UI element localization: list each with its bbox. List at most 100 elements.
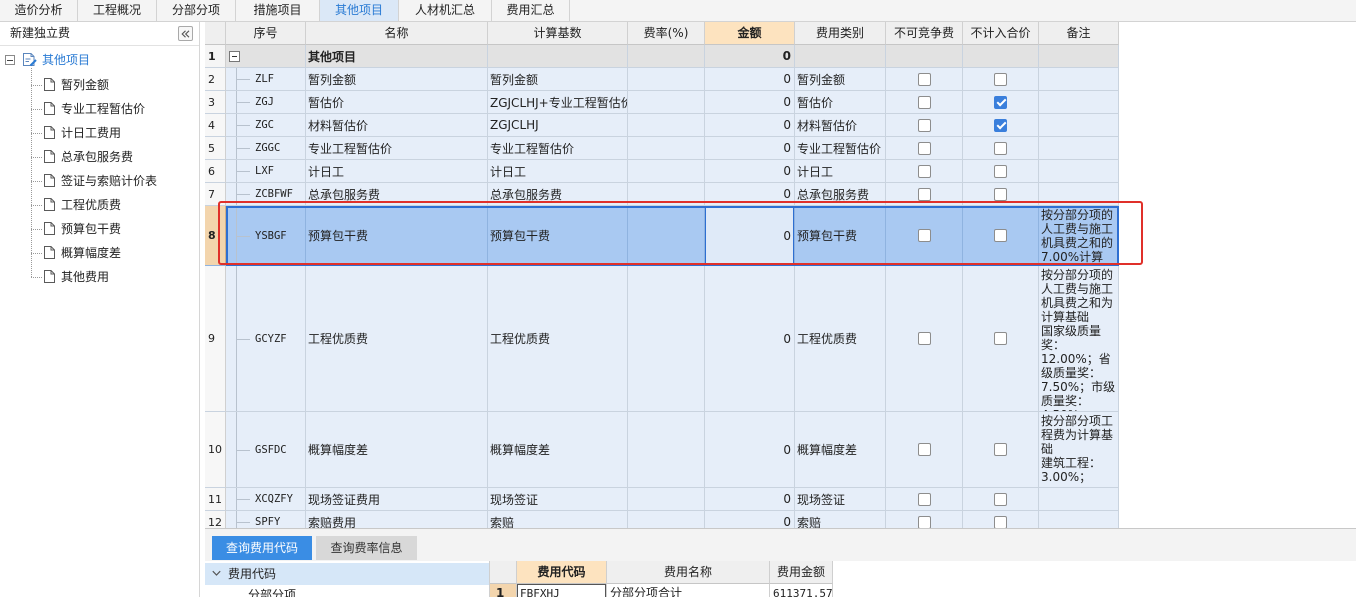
sidebar-item-general-contract-service-fee[interactable]: 总承包服务费: [0, 145, 199, 169]
amount-cell[interactable]: 0: [705, 45, 795, 68]
column-header-amount[interactable]: 金额: [705, 22, 795, 45]
fee-amount-cell[interactable]: 611371.57: [770, 584, 833, 597]
calculation-base-cell[interactable]: 总承包服务费: [488, 183, 628, 206]
remark-cell[interactable]: 按分部分项的人工费与施工机具费之和为计算基础 国家级质量奖：12.00%；省级质…: [1039, 266, 1119, 412]
table-row[interactable]: 6 LXF 计日工 计日工 0 计日工: [205, 160, 1119, 183]
rate-cell[interactable]: [628, 266, 705, 412]
exclude-from-total-cell[interactable]: [963, 68, 1039, 91]
not-competitive-checkbox[interactable]: [917, 443, 931, 456]
name-cell[interactable]: 材料暂估价: [306, 114, 488, 137]
name-cell[interactable]: 暂列金额: [306, 68, 488, 91]
calculation-base-cell[interactable]: 概算幅度差: [488, 412, 628, 488]
column-header-not-competitive[interactable]: 不可竞争费: [886, 22, 963, 45]
exclude-from-total-checkbox[interactable]: [994, 187, 1007, 201]
rate-cell[interactable]: [628, 91, 705, 114]
not-competitive-cell[interactable]: [886, 114, 963, 137]
rate-cell[interactable]: [628, 412, 705, 488]
exclude-from-total-checkbox[interactable]: [994, 72, 1007, 86]
sidebar-item-other-items[interactable]: 其他项目: [0, 48, 199, 72]
serial-code-cell[interactable]: [226, 45, 306, 68]
column-header-exclude-from-total[interactable]: 不计入合价: [963, 22, 1039, 45]
not-competitive-checkbox[interactable]: [917, 187, 931, 201]
name-cell[interactable]: 预算包干费: [306, 206, 488, 266]
amount-cell[interactable]: 0: [705, 183, 795, 206]
table-row[interactable]: 3 ZGJ 暂估价 ZGJCLHJ+专业工程暂估价 0 暂估价: [205, 91, 1119, 114]
table-row[interactable]: 9 GCYZF 工程优质费 工程优质费 0 工程优质费 按分部分项的人工费与施工机具费之和为…: [205, 266, 1119, 412]
table-row[interactable]: 10 GSFDC 概算幅度差 概算幅度差 0 概算幅度差 按分部分项工程费为计算基础 建筑工…: [205, 412, 1119, 488]
rate-cell[interactable]: [628, 511, 705, 528]
sidebar-item-quality-premium-fee[interactable]: 工程优质费: [0, 193, 199, 217]
fee-category-cell[interactable]: 总承包服务费: [795, 183, 886, 206]
exclude-from-total-cell[interactable]: [963, 511, 1039, 528]
amount-cell[interactable]: 0: [705, 68, 795, 91]
not-competitive-checkbox[interactable]: [917, 515, 931, 528]
table-row[interactable]: 5 ZGGC 专业工程暂估价 专业工程暂估价 0 专业工程暂估价: [205, 137, 1119, 160]
column-header-fee-amount[interactable]: 费用金额: [770, 561, 833, 584]
column-header-serial[interactable]: 序号: [226, 22, 306, 45]
exclude-from-total-checkbox[interactable]: [994, 164, 1007, 178]
serial-code-cell[interactable]: XCQZFY: [226, 488, 306, 511]
table-row[interactable]: 7 ZCBFWF 总承包服务费 总承包服务费 0 总承包服务费: [205, 183, 1119, 206]
exclude-from-total-checkbox[interactable]: [994, 229, 1007, 242]
tab-measure-items[interactable]: 措施项目: [236, 0, 320, 21]
collapse-icon[interactable]: [229, 51, 240, 62]
tab-sub-items[interactable]: 分部分项: [157, 0, 236, 21]
tab-query-fee-rate[interactable]: 查询费率信息: [316, 536, 417, 560]
amount-cell[interactable]: 0: [705, 412, 795, 488]
fee-category-cell[interactable]: 工程优质费: [795, 266, 886, 412]
calculation-base-cell[interactable]: [488, 45, 628, 68]
rate-cell[interactable]: [628, 183, 705, 206]
calculation-base-cell[interactable]: 预算包干费: [488, 206, 628, 266]
not-competitive-checkbox[interactable]: [917, 141, 931, 155]
tab-labor-material-machine-summary[interactable]: 人材机汇总: [399, 0, 492, 21]
fee-category-cell[interactable]: 材料暂估价: [795, 114, 886, 137]
fee-category-cell[interactable]: 概算幅度差: [795, 412, 886, 488]
exclude-from-total-checkbox[interactable]: [994, 118, 1007, 132]
remark-cell[interactable]: [1039, 183, 1119, 206]
tab-query-fee-code[interactable]: 查询费用代码: [212, 536, 312, 560]
amount-cell[interactable]: 0: [705, 160, 795, 183]
fee-category-cell[interactable]: [795, 45, 886, 68]
serial-code-cell[interactable]: GCYZF: [226, 266, 306, 412]
rate-cell[interactable]: [628, 160, 705, 183]
chevron-down-icon[interactable]: [212, 570, 221, 577]
collapse-box-icon[interactable]: [5, 55, 15, 65]
calculation-base-cell[interactable]: 暂列金额: [488, 68, 628, 91]
calculation-base-cell[interactable]: ZGJCLHJ: [488, 114, 628, 137]
amount-cell[interactable]: 0: [705, 206, 795, 266]
rate-cell[interactable]: [628, 114, 705, 137]
exclude-from-total-checkbox[interactable]: [994, 141, 1007, 155]
fee-code-tree-header[interactable]: 费用代码: [205, 563, 489, 585]
exclude-from-total-checkbox[interactable]: [994, 332, 1007, 345]
remark-cell[interactable]: 按分部分项工程费为计算基础 建筑工程：3.00%；: [1039, 412, 1119, 488]
not-competitive-checkbox[interactable]: [917, 164, 931, 178]
amount-cell[interactable]: 0: [705, 91, 795, 114]
not-competitive-cell[interactable]: [886, 160, 963, 183]
remark-cell[interactable]: [1039, 137, 1119, 160]
calculation-base-cell[interactable]: 现场签证: [488, 488, 628, 511]
table-row[interactable]: 11 XCQZFY 现场签证费用 现场签证 0 现场签证: [205, 488, 1119, 511]
name-cell[interactable]: 总承包服务费: [306, 183, 488, 206]
tab-project-overview[interactable]: 工程概况: [78, 0, 157, 21]
group-row[interactable]: 1 其他项目 0: [205, 45, 1119, 68]
not-competitive-cell[interactable]: [886, 488, 963, 511]
serial-code-cell[interactable]: ZCBFWF: [226, 183, 306, 206]
exclude-from-total-cell[interactable]: [963, 114, 1039, 137]
not-competitive-cell[interactable]: [886, 68, 963, 91]
sidebar-item-budget-lump-sum-fee[interactable]: 预算包干费: [0, 217, 199, 241]
fee-category-cell[interactable]: 专业工程暂估价: [795, 137, 886, 160]
sidebar-item-visa-claim-pricing-table[interactable]: 签证与索赔计价表: [0, 169, 199, 193]
amount-cell[interactable]: 0: [705, 137, 795, 160]
not-competitive-cell[interactable]: [886, 206, 963, 266]
exclude-from-total-cell[interactable]: [963, 183, 1039, 206]
serial-code-cell[interactable]: ZGJ: [226, 91, 306, 114]
not-competitive-cell[interactable]: [886, 45, 963, 68]
amount-cell[interactable]: 0: [705, 488, 795, 511]
exclude-from-total-checkbox[interactable]: [994, 443, 1007, 456]
fee-category-cell[interactable]: 暂估价: [795, 91, 886, 114]
table-row[interactable]: 4 ZGC 材料暂估价 ZGJCLHJ 0 材料暂估价: [205, 114, 1119, 137]
fee-category-cell[interactable]: 索赔: [795, 511, 886, 528]
column-header-fee-code[interactable]: 费用代码: [517, 561, 607, 584]
column-header-remark[interactable]: 备注: [1039, 22, 1119, 45]
name-cell[interactable]: 计日工: [306, 160, 488, 183]
